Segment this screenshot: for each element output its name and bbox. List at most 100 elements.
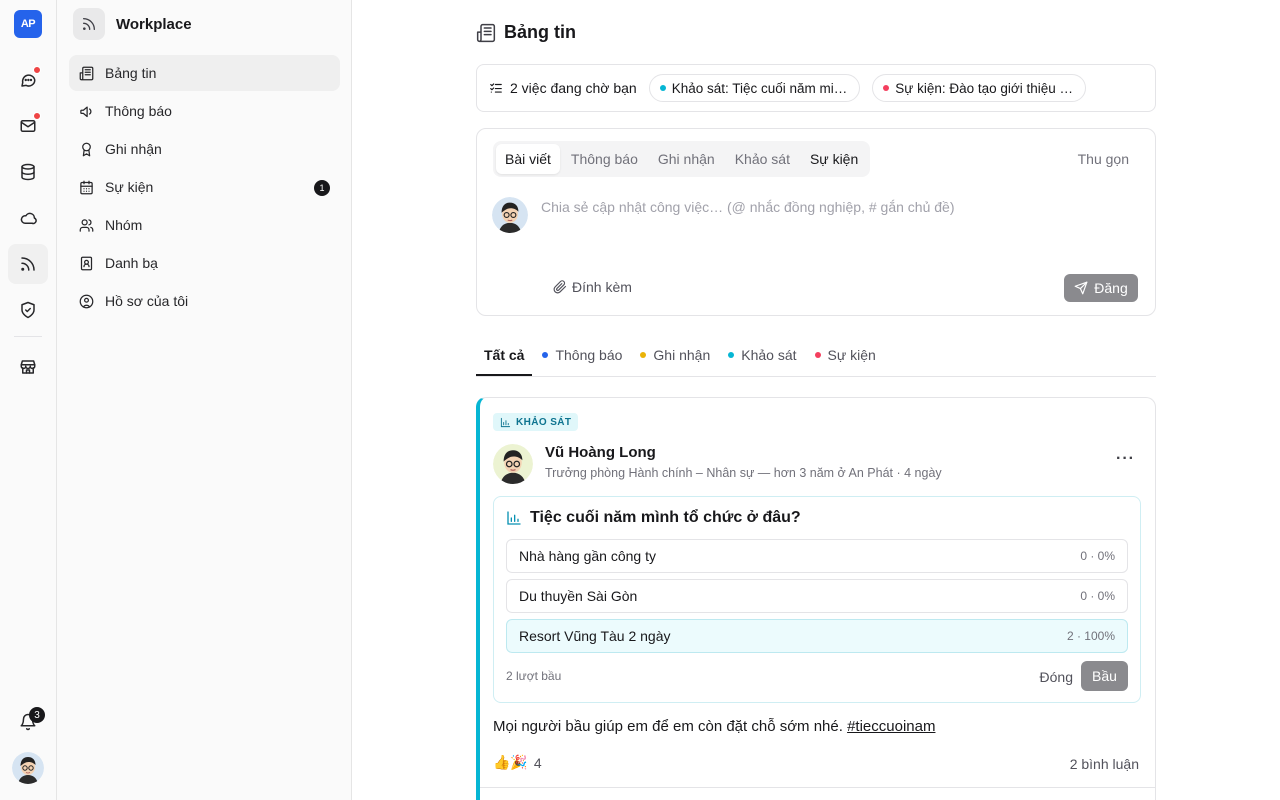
hashtag-link[interactable]: #tieccuoinam	[847, 718, 935, 735]
rail-database-button[interactable]	[8, 152, 48, 192]
award-icon	[82, 142, 91, 156]
poll-question: Tiệc cuối năm mình tổ chức ở đâu?	[506, 509, 801, 527]
app-logo[interactable]: AP	[14, 10, 42, 38]
unread-dot	[33, 66, 41, 74]
filter-tab-events[interactable]: Sự kiện	[807, 335, 884, 376]
close-poll-button[interactable]: Đóng	[1040, 669, 1073, 685]
chip-text: Sự kiện: Đào tạo giới thiệu …	[895, 80, 1074, 96]
rail-cloud-button[interactable]	[8, 198, 48, 238]
poll-option-label: Resort Vũng Tàu 2 ngày	[519, 628, 671, 644]
reaction-count: 4	[533, 754, 542, 771]
sidebar: Workplace Bảng tin Thông báo Ghi nhận Sự…	[57, 0, 352, 800]
filter-tab-announcements[interactable]: Thông báo	[534, 335, 630, 376]
poll-option[interactable]: Nhà hàng gần công ty 0 · 0%	[506, 539, 1128, 573]
rail-security-button[interactable]	[8, 290, 48, 330]
chip-text: Khảo sát: Tiệc cuối năm mi…	[671, 80, 848, 96]
poll-option-result: 2 · 100%	[1066, 629, 1115, 643]
vote-count: 2 lượt bầu	[506, 669, 562, 683]
workspace-title: Workplace	[116, 15, 192, 33]
sidebar-item-label: Nhóm	[105, 217, 143, 233]
chip-dot	[883, 85, 890, 91]
user-avatar[interactable]	[12, 752, 44, 784]
sidebar-item-groups[interactable]: Nhóm	[69, 207, 340, 243]
poll-option-label: Du thuyền Sài Gòn	[519, 588, 638, 604]
shield-check-icon	[21, 301, 35, 319]
pending-chip-survey[interactable]: Khảo sát: Tiệc cuối năm mi…	[648, 74, 861, 102]
checklist-icon	[490, 83, 502, 93]
filter-tab-label: Tất cả	[484, 346, 525, 363]
sidebar-item-recognition[interactable]: Ghi nhận	[69, 131, 340, 167]
main-content: Bảng tin 2 việc đang chờ bạn Khảo sát: T…	[352, 0, 1280, 800]
post-input[interactable]: Chia sẻ cập nhật công việc… (@ nhắc đồng…	[541, 199, 954, 215]
vote-button[interactable]: Bầu	[1081, 661, 1128, 691]
sidebar-item-events[interactable]: Sự kiện 1	[69, 169, 340, 205]
author-avatar[interactable]	[493, 444, 533, 484]
filter-dot	[640, 351, 647, 358]
author-name[interactable]: Vũ Hoàng Long	[545, 444, 656, 461]
filter-tab-surveys[interactable]: Khảo sát	[720, 335, 804, 376]
tab-event[interactable]: Sự kiện	[801, 144, 867, 174]
rail-notifications-button[interactable]: 3	[8, 702, 48, 742]
chip-dot	[659, 85, 666, 91]
poll-option-selected[interactable]: Resort Vũng Tàu 2 ngày 2 · 100%	[506, 619, 1128, 653]
filter-tab-recognition[interactable]: Ghi nhận	[632, 335, 718, 376]
more-options-icon[interactable]: ···	[1116, 450, 1135, 468]
attach-label: Đính kèm	[572, 279, 632, 295]
sidebar-item-label: Bảng tin	[105, 65, 157, 81]
events-count-badge: 1	[314, 180, 330, 196]
rail-mail-button[interactable]	[8, 106, 48, 146]
tab-announcement[interactable]: Thông báo	[562, 144, 647, 174]
post-text: Mọi người bầu giúp em để em còn đặt chỗ …	[493, 718, 843, 735]
send-icon	[1074, 281, 1088, 295]
rail-chat-button[interactable]	[8, 60, 48, 100]
filter-tab-label: Sự kiện	[827, 346, 876, 363]
author-meta: Trưởng phòng Hành chính – Nhân sự — hơn …	[545, 466, 942, 480]
comments-link[interactable]: 2 bình luận	[1070, 756, 1139, 772]
newspaper-icon	[476, 23, 496, 42]
rail-feed-button[interactable]	[8, 244, 48, 284]
rail-store-button[interactable]	[8, 347, 48, 387]
filter-tab-all[interactable]: Tất cả	[476, 335, 533, 376]
poll-option-label: Nhà hàng gần công ty	[519, 548, 656, 564]
pending-tasks-bar: 2 việc đang chờ bạn Khảo sát: Tiệc cuối …	[476, 64, 1156, 112]
sidebar-nav: Bảng tin Thông báo Ghi nhận Sự kiện 1 Nh…	[69, 55, 340, 321]
collapse-button[interactable]: Thu gọn	[1078, 151, 1129, 167]
filter-dot	[814, 351, 821, 358]
poll: Tiệc cuối năm mình tổ chức ở đâu? Nhà hà…	[493, 496, 1141, 703]
filter-tab-label: Thông báo	[555, 346, 623, 363]
poll-question-text: Tiệc cuối năm mình tổ chức ở đâu?	[530, 509, 801, 526]
sidebar-item-my-profile[interactable]: Hồ sơ của tôi	[69, 283, 340, 319]
sidebar-item-announcements[interactable]: Thông báo	[69, 93, 340, 129]
reactions[interactable]: 👍🎉 4	[493, 754, 542, 771]
tab-survey[interactable]: Khảo sát	[726, 144, 799, 174]
filter-dot	[542, 351, 549, 358]
poll-option[interactable]: Du thuyền Sài Gòn 0 · 0%	[506, 579, 1128, 613]
filter-dot	[728, 351, 735, 358]
tab-post[interactable]: Bài viết	[496, 144, 560, 174]
filter-tab-label: Ghi nhận	[653, 346, 711, 363]
post-type-badge: KHẢO SÁT	[493, 413, 579, 431]
tab-recognition[interactable]: Ghi nhận	[649, 144, 724, 174]
paperclip-icon	[553, 280, 567, 294]
database-icon	[21, 163, 35, 181]
workspace-header[interactable]: Workplace	[73, 8, 192, 40]
rss-icon	[73, 8, 105, 40]
sidebar-item-directory[interactable]: Danh bạ	[69, 245, 340, 281]
feed-post-card: KHẢO SÁT Vũ Hoàng Long Trưởng phòng Hành…	[476, 397, 1156, 800]
post-button[interactable]: Đăng	[1064, 274, 1138, 302]
reaction-emojis: 👍🎉	[493, 754, 528, 770]
page-header: Bảng tin	[476, 22, 576, 43]
pending-label: 2 việc đang chờ bạn	[489, 80, 637, 96]
sidebar-item-feed[interactable]: Bảng tin	[69, 55, 340, 91]
feed-filter-tabs: Tất cả Thông báo Ghi nhận Khảo sát Sự ki…	[476, 332, 1156, 377]
page-title: Bảng tin	[504, 22, 576, 42]
bar-chart-icon	[507, 511, 521, 525]
user-circle-icon	[79, 294, 94, 308]
pending-chip-event[interactable]: Sự kiện: Đào tạo giới thiệu …	[872, 74, 1087, 102]
pending-count-text: 2 việc đang chờ bạn	[510, 80, 637, 96]
app-rail: AP 3	[0, 0, 57, 800]
poll-option-result: 0 · 0%	[1080, 549, 1115, 563]
chat-icon	[21, 74, 36, 87]
attach-button[interactable]: Đính kèm	[553, 279, 632, 295]
users-icon	[79, 218, 94, 232]
